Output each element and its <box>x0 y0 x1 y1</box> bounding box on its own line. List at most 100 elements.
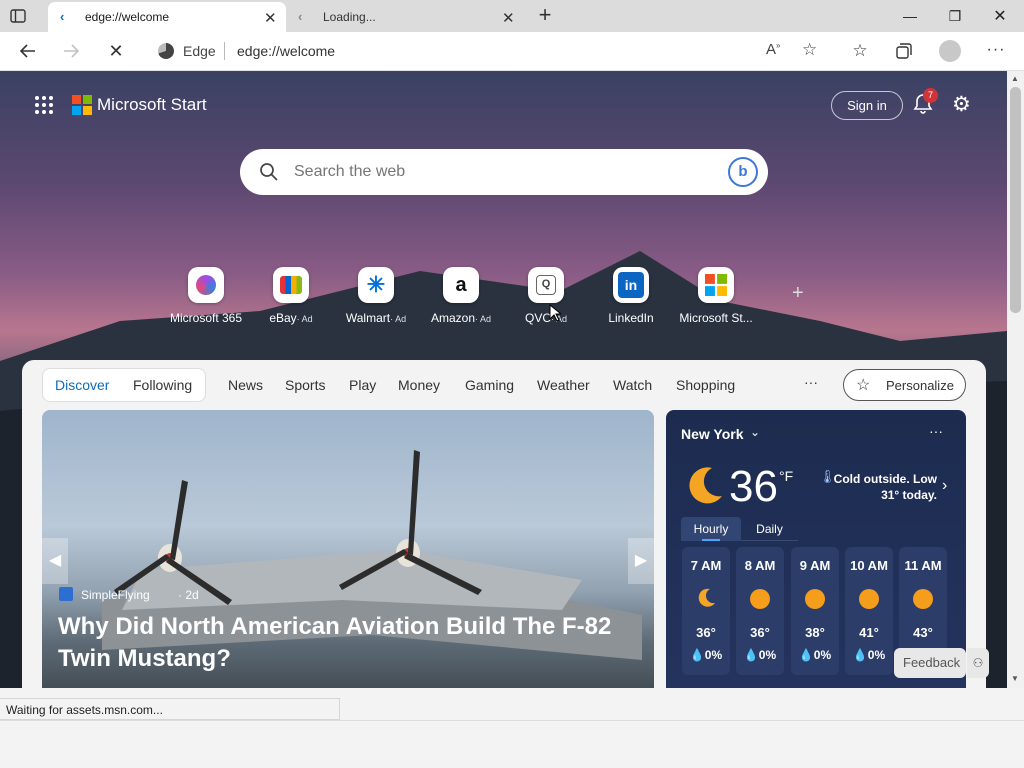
hour-time: 11 AM <box>904 558 942 573</box>
bing-chat-icon[interactable]: b <box>728 157 758 187</box>
url-text[interactable]: edge://welcome <box>237 43 335 59</box>
notification-badge: 7 <box>923 88 938 103</box>
scroll-up-arrow[interactable]: ▲ <box>1011 74 1019 83</box>
weather-summary[interactable]: Cold outside. Low 31° today. <box>832 471 937 503</box>
hour-temp: 38° <box>805 625 825 640</box>
address-bar[interactable]: Edge edge://welcome A» ☆ <box>146 36 838 66</box>
tab-money[interactable]: Money <box>398 377 440 393</box>
feedback-button[interactable]: Feedback <box>894 648 966 678</box>
quicklink-label: QVC <box>524 311 551 325</box>
search-input[interactable] <box>294 161 694 183</box>
sun-icon <box>750 589 770 609</box>
stop-loading-button[interactable]: ✕ <box>101 36 131 66</box>
hero-article[interactable]: ◀ ▶ SimpleFlying · 2d Why Did North Amer… <box>42 410 654 688</box>
walmart-spark-icon: ✳ <box>358 267 394 303</box>
tab-hourly[interactable]: Hourly <box>681 517 741 541</box>
tab-shopping[interactable]: Shopping <box>676 377 735 393</box>
favorites-icon[interactable]: ☆ <box>845 36 875 66</box>
microsoft-store-icon <box>698 267 734 303</box>
weather-more-icon[interactable]: ··· <box>929 423 943 439</box>
add-favorite-icon[interactable]: ☆ <box>802 40 817 60</box>
hour-precip: 💧0% <box>743 648 777 662</box>
read-aloud-icon[interactable]: A» <box>766 41 780 58</box>
tab-following[interactable]: Following <box>133 377 192 393</box>
feedback-label: Feedback <box>903 655 961 670</box>
hourly-indicator <box>702 539 720 541</box>
hour-temp: 41° <box>859 625 879 640</box>
ebay-bag-icon <box>273 267 309 303</box>
back-button[interactable] <box>13 36 43 66</box>
apps-launcher-icon[interactable] <box>34 95 54 115</box>
tab-play[interactable]: Play <box>349 377 376 393</box>
weather-city[interactable]: New York <box>681 426 744 442</box>
source-logo <box>59 587 73 601</box>
collections-icon[interactable] <box>889 36 919 66</box>
close-window-button[interactable]: ✕ <box>977 0 1023 32</box>
weather-card: New York ⌄ ··· 36 °F 🌡 Cold outside. Low… <box>666 410 966 688</box>
scrollbar-thumb[interactable] <box>1010 87 1021 313</box>
brand-title[interactable]: Microsoft Start <box>97 95 207 115</box>
page-settings-icon[interactable]: ⚙ <box>952 92 971 117</box>
close-tab-icon[interactable]: ✕ <box>264 9 277 27</box>
scroll-down-arrow[interactable]: ▼ <box>1011 674 1019 683</box>
sign-in-button[interactable]: Sign in <box>831 91 903 120</box>
forward-button[interactable] <box>56 36 86 66</box>
quicklink-label: Amazon <box>430 311 475 325</box>
amazon-icon: a <box>443 267 479 303</box>
feedback-person-icon[interactable]: ⚇ <box>967 648 989 678</box>
edge-loading-icon: ‹ <box>298 9 303 24</box>
temperature-unit: °F <box>779 468 794 484</box>
hour-card[interactable]: 9 AM 38° 💧0% <box>791 547 839 675</box>
more-tabs-button[interactable]: ··· <box>804 374 818 390</box>
address-toolbar: ✕ Edge edge://welcome A» ☆ ☆ ··· <box>0 32 1024 71</box>
tab-discover[interactable]: Discover <box>55 377 109 393</box>
carousel-prev-button[interactable]: ◀ <box>42 538 68 584</box>
sun-icon <box>859 589 879 609</box>
ad-tag: · Ad <box>475 314 492 324</box>
settings-more-icon[interactable]: ··· <box>981 35 1011 65</box>
tab-news[interactable]: News <box>228 377 263 393</box>
personalize-button[interactable]: ☆ Personalize <box>843 369 966 401</box>
personalize-label: Personalize <box>886 378 954 393</box>
article-headline[interactable]: Why Did North American Aviation Build Th… <box>58 611 618 675</box>
tab-gaming[interactable]: Gaming <box>465 377 514 393</box>
tab-weather[interactable]: Weather <box>537 377 590 393</box>
sun-icon <box>913 589 933 609</box>
carousel-next-button[interactable]: ▶ <box>628 538 654 584</box>
quicklink-microsoft-store[interactable]: Microsoft St... <box>666 267 766 325</box>
hour-card[interactable]: 8 AM 36° 💧0% <box>736 547 784 675</box>
edge-logo-icon <box>158 43 174 59</box>
tab-welcome[interactable]: ‹ edge://welcome ✕ <box>48 2 286 32</box>
address-divider <box>224 42 225 60</box>
article-source[interactable]: SimpleFlying <box>81 588 150 602</box>
tab-sports[interactable]: Sports <box>285 377 325 393</box>
profile-avatar[interactable] <box>939 40 961 62</box>
quicklink-label: eBay <box>269 311 297 325</box>
sun-icon <box>805 589 825 609</box>
tab-watch[interactable]: Watch <box>613 377 652 393</box>
tab-actions-icon[interactable] <box>8 6 28 26</box>
hour-card[interactable]: 10 AM 41° 💧0% <box>845 547 893 675</box>
hour-time: 7 AM <box>690 558 722 573</box>
quicklink-label: LinkedIn <box>608 311 654 325</box>
moon-icon <box>689 467 722 504</box>
hour-time: 9 AM <box>799 558 831 573</box>
new-tab-button[interactable]: + <box>533 4 557 28</box>
hour-precip: 💧0% <box>689 648 723 662</box>
quicklink-label: Walmart <box>345 311 391 325</box>
tab-loading[interactable]: ‹ Loading... ✕ <box>288 2 524 32</box>
chevron-right-icon[interactable]: › <box>942 477 947 495</box>
restore-button[interactable]: ❐ <box>932 0 978 32</box>
linkedin-icon: in <box>613 267 649 303</box>
hour-time: 10 AM <box>850 558 888 573</box>
edge-loading-icon: ‹ <box>60 9 65 24</box>
close-tab-icon[interactable]: ✕ <box>502 9 515 27</box>
web-search-box[interactable]: b <box>240 149 768 195</box>
hour-time: 8 AM <box>744 558 776 573</box>
hour-card[interactable]: 7 AM 36° 💧0% <box>682 547 730 675</box>
chevron-down-icon[interactable]: ⌄ <box>750 425 760 439</box>
add-quicklink-icon[interactable]: + <box>792 282 804 305</box>
minimize-button[interactable]: — <box>887 0 933 32</box>
content-feed: Discover Following News Sports Play Mone… <box>22 360 989 688</box>
tab-daily[interactable]: Daily <box>741 517 798 541</box>
